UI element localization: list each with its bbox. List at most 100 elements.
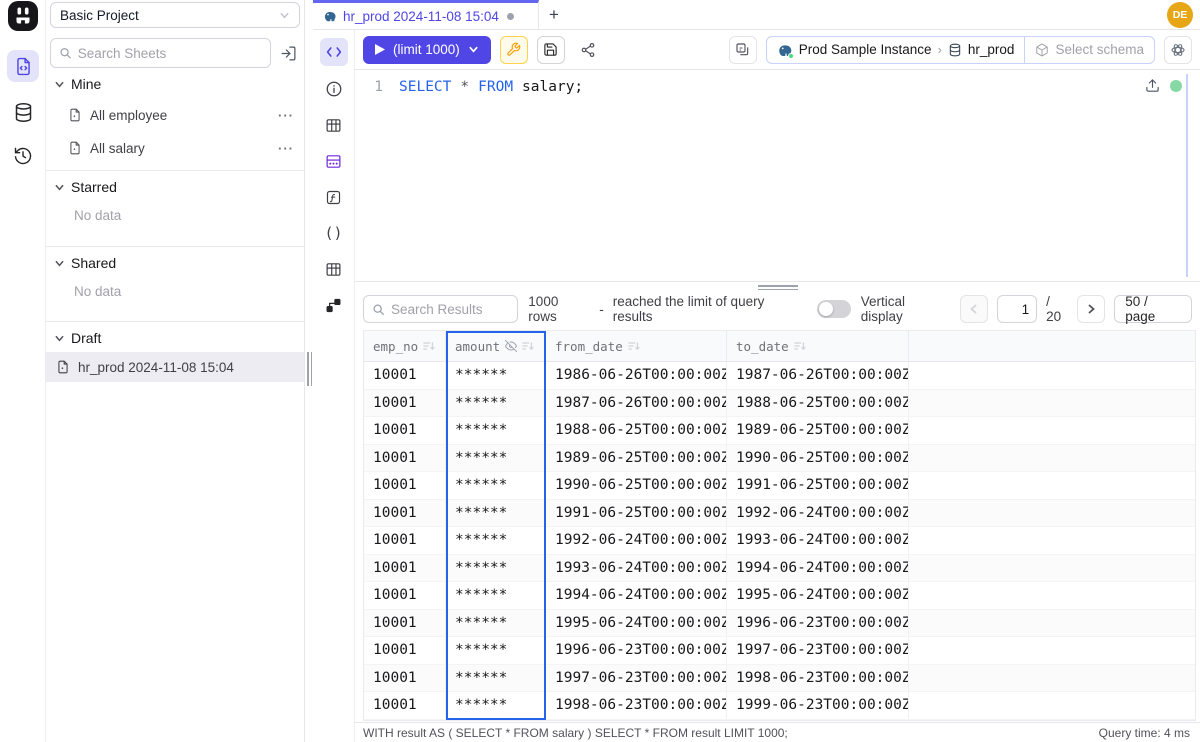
table-cell[interactable]: 10001 <box>364 527 446 554</box>
table-cell[interactable]: 1995-06-24T00:00:00Z <box>546 610 727 637</box>
table-cell[interactable]: 10001 <box>364 445 446 472</box>
table-cell[interactable]: 1991-06-25T00:00:00Z <box>727 472 909 499</box>
table-cell[interactable]: 1997-06-23T00:00:00Z <box>727 637 909 664</box>
meatballs-menu-icon[interactable]: ··· <box>278 141 294 156</box>
table-row[interactable]: 10001******1986-06-26T00:00:00Z1987-06-2… <box>364 362 1195 390</box>
format-sql-button[interactable] <box>500 36 528 64</box>
table-cell[interactable]: 1989-06-25T00:00:00Z <box>546 445 727 472</box>
table-cell[interactable]: 10001 <box>364 665 446 692</box>
table-cell[interactable]: ****** <box>446 472 546 499</box>
table-row[interactable]: 10001******1997-06-23T00:00:00Z1998-06-2… <box>364 665 1195 693</box>
table-cell[interactable]: 1989-06-25T00:00:00Z <box>727 417 909 444</box>
table-cell[interactable]: 1991-06-25T00:00:00Z <box>546 500 727 527</box>
import-sheet-button[interactable] <box>275 40 301 66</box>
table-cell[interactable]: ****** <box>446 417 546 444</box>
table-cell[interactable]: 10001 <box>364 692 446 719</box>
section-starred[interactable]: Starred <box>46 175 304 199</box>
table-cell[interactable]: 1995-06-24T00:00:00Z <box>727 582 909 609</box>
column-header-emp-no[interactable]: emp_no <box>364 331 446 361</box>
table-row[interactable]: 10001******1998-06-23T00:00:00Z1999-06-2… <box>364 692 1195 720</box>
sheet-search-input[interactable] <box>78 46 262 61</box>
page-number-input[interactable] <box>997 295 1037 323</box>
table-row[interactable]: 10001******1993-06-24T00:00:00Z1994-06-2… <box>364 555 1195 583</box>
databases-nav-button[interactable] <box>7 96 39 128</box>
section-draft[interactable]: Draft <box>46 326 304 350</box>
table-row[interactable]: 10001******1992-06-24T00:00:00Z1993-06-2… <box>364 527 1195 555</box>
table-cell[interactable]: 1996-06-23T00:00:00Z <box>546 637 727 664</box>
worksheets-nav-button[interactable] <box>7 50 39 82</box>
ai-assistant-button[interactable] <box>1164 36 1192 64</box>
table-cell[interactable]: ****** <box>446 445 546 472</box>
upload-icon[interactable] <box>1145 78 1160 93</box>
table-cell[interactable]: 1987-06-26T00:00:00Z <box>546 390 727 417</box>
project-selector[interactable]: Basic Project <box>50 2 300 28</box>
table-cell[interactable]: 1994-06-24T00:00:00Z <box>727 555 909 582</box>
code-panel-button[interactable] <box>320 38 348 66</box>
table-cell[interactable]: 10001 <box>364 362 446 389</box>
table-row[interactable]: 10001******1988-06-25T00:00:00Z1989-06-2… <box>364 417 1195 445</box>
table-row[interactable]: 10001******1994-06-24T00:00:00Z1995-06-2… <box>364 582 1195 610</box>
results-search-input[interactable] <box>391 302 509 317</box>
column-header-amount[interactable]: amount <box>446 331 546 361</box>
table-cell[interactable]: 1999-06-23T00:00:00Z <box>727 692 909 719</box>
save-sheet-button[interactable] <box>537 36 565 64</box>
tab-hr-prod[interactable]: hr_prod 2024-11-08 15:04 <box>313 0 539 29</box>
table-cell[interactable]: 1992-06-24T00:00:00Z <box>546 527 727 554</box>
section-shared[interactable]: Shared <box>46 251 304 275</box>
table-cell[interactable]: ****** <box>446 665 546 692</box>
bytebase-logo[interactable] <box>8 1 38 31</box>
table-cell[interactable]: 10001 <box>364 555 446 582</box>
sql-editor[interactable]: 1 SELECT*FROMsalary; <box>355 70 1200 281</box>
snippets-panel-button[interactable]: () <box>320 219 348 247</box>
table-row[interactable]: 10001******1987-06-26T00:00:00Z1988-06-2… <box>364 390 1195 418</box>
schema-selector[interactable]: Select schema <box>1024 37 1154 63</box>
table-cell[interactable]: 10001 <box>364 390 446 417</box>
sort-icon[interactable] <box>794 340 806 352</box>
sheet-item-all-salary[interactable]: All salary ··· <box>46 133 304 163</box>
table-cell[interactable]: ****** <box>446 582 546 609</box>
sheet-search[interactable] <box>50 38 271 68</box>
table-cell[interactable]: 1988-06-25T00:00:00Z <box>546 417 727 444</box>
panel-resize-divider[interactable] <box>355 281 1200 289</box>
sort-icon[interactable] <box>522 340 534 352</box>
table-cell[interactable]: 1998-06-23T00:00:00Z <box>546 692 727 719</box>
prev-page-button[interactable] <box>960 295 988 323</box>
table-cell[interactable]: 10001 <box>364 472 446 499</box>
table-cell[interactable]: ****** <box>446 692 546 719</box>
table-cell[interactable]: 10001 <box>364 417 446 444</box>
table-cell[interactable]: ****** <box>446 390 546 417</box>
table-cell[interactable]: 10001 <box>364 610 446 637</box>
table-cell[interactable]: 10001 <box>364 500 446 527</box>
table-cell[interactable]: 10001 <box>364 637 446 664</box>
table-cell[interactable]: 1997-06-23T00:00:00Z <box>546 665 727 692</box>
sheet-table-panel-button[interactable] <box>320 255 348 283</box>
sort-icon[interactable] <box>628 340 640 352</box>
table-cell[interactable]: 1992-06-24T00:00:00Z <box>727 500 909 527</box>
next-page-button[interactable] <box>1077 295 1105 323</box>
table-cell[interactable]: 1993-06-24T00:00:00Z <box>546 555 727 582</box>
history-nav-button[interactable] <box>7 140 39 172</box>
table-row[interactable]: 10001******1990-06-25T00:00:00Z1991-06-2… <box>364 472 1195 500</box>
table-cell[interactable]: 1993-06-24T00:00:00Z <box>727 527 909 554</box>
table-cell[interactable]: ****** <box>446 610 546 637</box>
table-cell[interactable]: ****** <box>446 637 546 664</box>
section-mine[interactable]: Mine <box>46 72 304 96</box>
batch-query-button[interactable] <box>729 36 757 64</box>
info-panel-button[interactable] <box>320 75 348 103</box>
user-avatar[interactable]: DE <box>1167 2 1193 28</box>
masking-panel-button[interactable] <box>320 147 348 175</box>
table-cell[interactable]: 1990-06-25T00:00:00Z <box>546 472 727 499</box>
table-cell[interactable]: ****** <box>446 362 546 389</box>
table-cell[interactable]: 1998-06-23T00:00:00Z <box>727 665 909 692</box>
table-cell[interactable]: ****** <box>446 527 546 554</box>
table-cell[interactable]: 1987-06-26T00:00:00Z <box>727 362 909 389</box>
table-row[interactable]: 10001******1989-06-25T00:00:00Z1990-06-2… <box>364 445 1195 473</box>
vertical-display-toggle[interactable] <box>817 300 851 318</box>
table-cell[interactable]: 1990-06-25T00:00:00Z <box>727 445 909 472</box>
table-cell[interactable]: 10001 <box>364 582 446 609</box>
functions-panel-button[interactable] <box>320 183 348 211</box>
table-row[interactable]: 10001******1996-06-23T00:00:00Z1997-06-2… <box>364 637 1195 665</box>
sheet-item-all-employee[interactable]: All employee ··· <box>46 100 304 130</box>
editor-scrollbar[interactable] <box>1186 74 1188 277</box>
table-cell[interactable]: ****** <box>446 500 546 527</box>
